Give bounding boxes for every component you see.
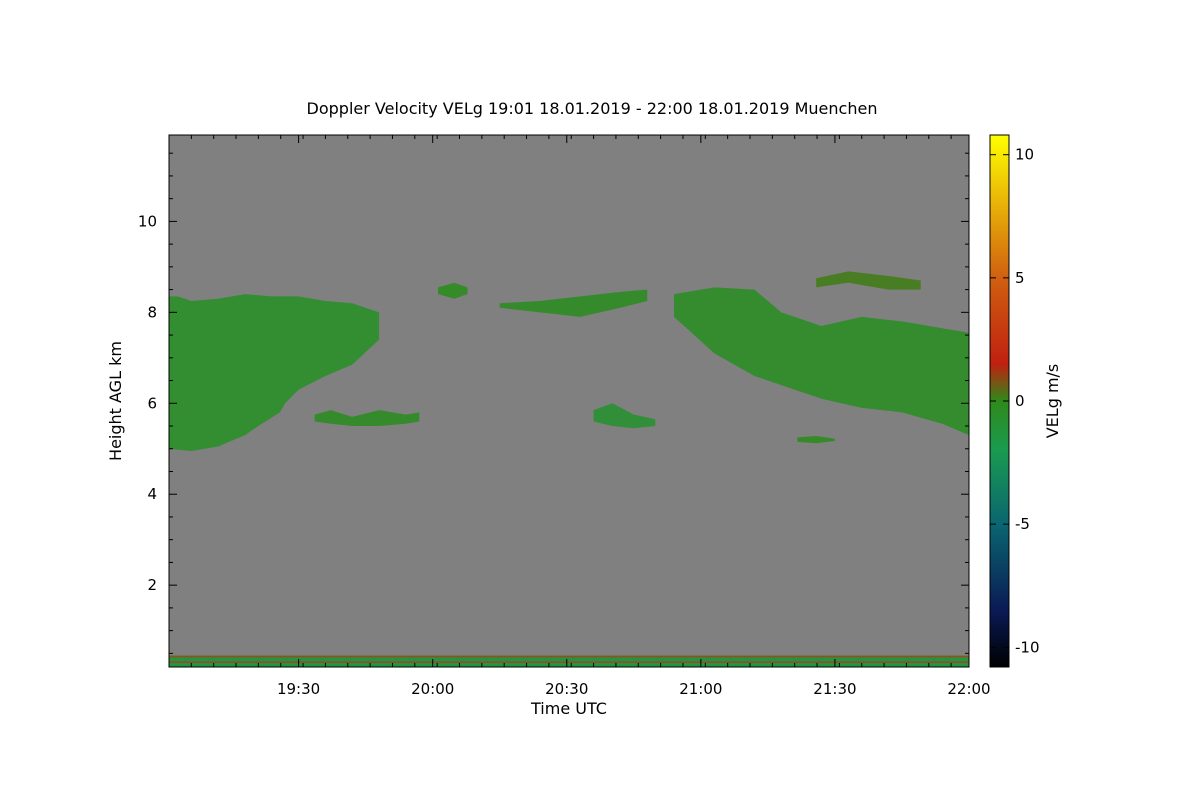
colorbar-tick-label: 5	[1015, 269, 1025, 287]
x-tick-label: 20:30	[545, 680, 588, 698]
colorbar: 10 5 0 -5 -10 VELg m/s	[989, 134, 1062, 668]
x-tick-label: 20:00	[411, 680, 454, 698]
plot-area	[168, 134, 970, 668]
y-tick-label: 2	[147, 576, 157, 594]
ground-clutter-stripe	[169, 661, 969, 664]
y-tick-label: 10	[138, 212, 157, 230]
y-tick-label: 8	[147, 303, 157, 321]
colorbar-tick-label: 0	[1015, 392, 1025, 410]
ground-clutter-stripe	[169, 655, 969, 658]
y-tick-label: 4	[147, 485, 157, 503]
ground-clutter	[169, 655, 969, 667]
y-tick-label: 6	[147, 394, 157, 412]
chart-title: Doppler Velocity VELg 19:01 18.01.2019 -…	[307, 99, 878, 118]
colorbar-tick-label: 10	[1015, 146, 1034, 164]
doppler-velocity-figure: Doppler Velocity VELg 19:01 18.01.2019 -…	[106, 99, 1062, 718]
x-tick-label: 22:00	[947, 680, 990, 698]
y-axis-label: Height AGL km	[106, 341, 125, 461]
x-axis-label: Time UTC	[530, 699, 607, 718]
colorbar-label: VELg m/s	[1043, 364, 1062, 439]
x-tick-label: 21:00	[679, 680, 722, 698]
x-tick-label: 21:30	[813, 680, 856, 698]
colorbar-tick-label: -5	[1015, 515, 1030, 533]
colorbar-tick-label: -10	[1015, 638, 1040, 656]
x-tick-label: 19:30	[277, 680, 320, 698]
